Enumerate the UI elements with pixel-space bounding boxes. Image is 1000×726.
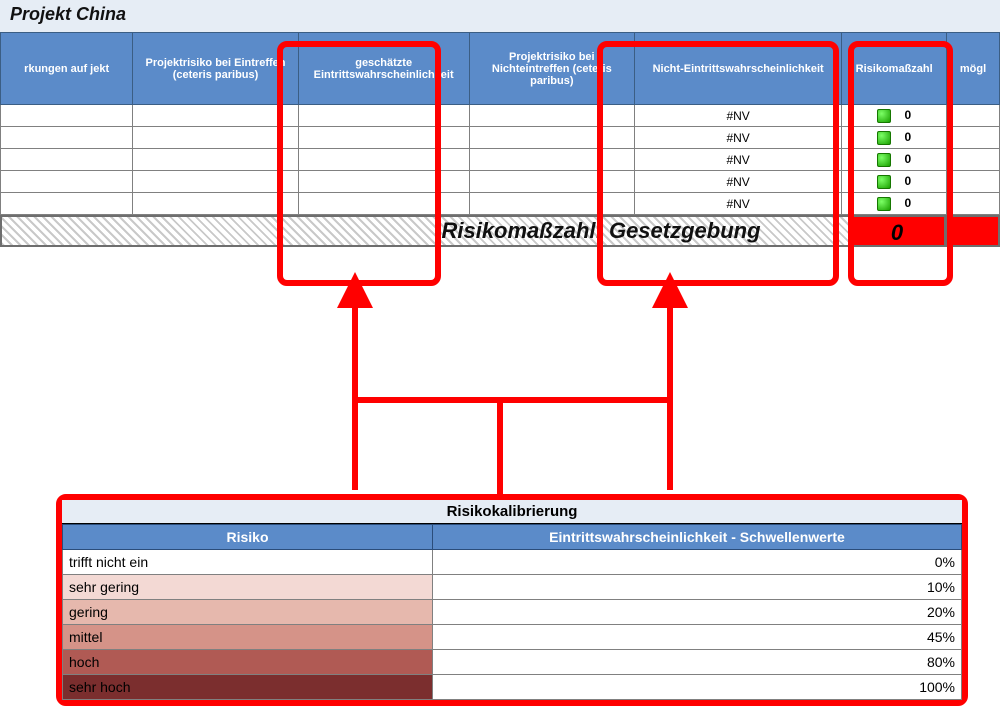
cell[interactable] <box>133 171 298 193</box>
risk-table-body: #NV 0 #NV 0 <box>1 105 1000 215</box>
col-moegl[interactable]: mögl <box>947 33 1000 105</box>
calib-label[interactable]: gering <box>63 600 433 625</box>
calib-label[interactable]: sehr hoch <box>63 675 433 700</box>
cell[interactable] <box>1 127 133 149</box>
status-icon <box>877 175 891 189</box>
calib-label[interactable]: hoch <box>63 650 433 675</box>
cell[interactable] <box>469 149 634 171</box>
calib-label[interactable]: mittel <box>63 625 433 650</box>
table-row[interactable]: #NV 0 <box>1 105 1000 127</box>
risk-value: 0 <box>905 152 912 166</box>
cell[interactable] <box>298 149 469 171</box>
cell-nv[interactable]: #NV <box>635 171 842 193</box>
calibration-title: Risikokalibrierung <box>62 500 962 524</box>
col-auswirkungen[interactable]: rkungen auf jekt <box>1 33 133 105</box>
summary-label: Risikomaßzahl: Gesetzgebung <box>356 215 846 247</box>
cell[interactable] <box>298 105 469 127</box>
col-eintrittswahrsch[interactable]: geschätzte Eintrittswahrscheinlichkeit <box>298 33 469 105</box>
cell[interactable] <box>1 105 133 127</box>
calib-row[interactable]: trifft nicht ein 0% <box>63 550 962 575</box>
cell[interactable] <box>947 127 1000 149</box>
cell-nv[interactable]: #NV <box>635 193 842 215</box>
calibration-table[interactable]: Risiko Eintrittswahrscheinlichkeit - Sch… <box>62 524 962 700</box>
risk-value: 0 <box>905 196 912 210</box>
cell[interactable] <box>133 105 298 127</box>
cell[interactable] <box>133 127 298 149</box>
cell-nv[interactable]: #NV <box>635 149 842 171</box>
cell-risk[interactable]: 0 <box>842 127 947 149</box>
status-icon <box>877 131 891 145</box>
calib-row[interactable]: mittel 45% <box>63 625 962 650</box>
summary-value-cell[interactable]: 0 <box>848 215 946 247</box>
risk-table[interactable]: rkungen auf jekt Projektrisiko bei Eintr… <box>0 32 1000 215</box>
calib-pct[interactable]: 80% <box>433 650 962 675</box>
cell[interactable] <box>947 193 1000 215</box>
calib-pct[interactable]: 0% <box>433 550 962 575</box>
status-icon <box>877 109 891 123</box>
header-row: rkungen auf jekt Projektrisiko bei Eintr… <box>1 33 1000 105</box>
cell[interactable] <box>469 193 634 215</box>
sheet-title-bar: Projekt China <box>0 0 1000 32</box>
cell[interactable] <box>298 127 469 149</box>
calib-label[interactable]: trifft nicht ein <box>63 550 433 575</box>
sheet-title: Projekt China <box>10 4 126 24</box>
risk-value: 0 <box>905 130 912 144</box>
cell[interactable] <box>947 171 1000 193</box>
calib-col-schwellenwerte[interactable]: Eintrittswahrscheinlichkeit - Schwellenw… <box>433 525 962 550</box>
cell-risk[interactable]: 0 <box>842 193 947 215</box>
cell[interactable] <box>1 149 133 171</box>
table-row[interactable]: #NV 0 <box>1 171 1000 193</box>
cell-nv[interactable]: #NV <box>635 127 842 149</box>
cell-risk[interactable]: 0 <box>842 149 947 171</box>
col-risiko-nichteintreffen[interactable]: Projektrisiko bei Nichteintreffen (ceter… <box>469 33 634 105</box>
calib-col-risiko[interactable]: Risiko <box>63 525 433 550</box>
col-risikomasszahl[interactable]: Risikomaßzahl <box>842 33 947 105</box>
cell[interactable] <box>469 105 634 127</box>
calib-label[interactable]: sehr gering <box>63 575 433 600</box>
summary-row: Risikomaßzahl: Gesetzgebung 0 <box>0 215 1000 255</box>
col-nicht-eintrittswahrsch[interactable]: Nicht-Eintrittswahrscheinlichkeit <box>635 33 842 105</box>
status-icon <box>877 197 891 211</box>
calib-pct[interactable]: 45% <box>433 625 962 650</box>
table-row[interactable]: #NV 0 <box>1 193 1000 215</box>
cell[interactable] <box>1 171 133 193</box>
cell-risk[interactable]: 0 <box>842 171 947 193</box>
calib-row[interactable]: gering 20% <box>63 600 962 625</box>
calib-pct[interactable]: 100% <box>433 675 962 700</box>
cell[interactable] <box>1 193 133 215</box>
cell[interactable] <box>469 127 634 149</box>
col-risiko-eintreffen[interactable]: Projektrisiko bei Eintreffen (ceteris pa… <box>133 33 298 105</box>
summary-value-cell-2[interactable] <box>946 215 1000 247</box>
risk-sheet: Projekt China rkungen auf jekt Projektri… <box>0 0 1000 255</box>
risk-value: 0 <box>905 174 912 188</box>
cell-risk[interactable]: 0 <box>842 105 947 127</box>
cell[interactable] <box>133 149 298 171</box>
calib-pct[interactable]: 20% <box>433 600 962 625</box>
cell[interactable] <box>947 105 1000 127</box>
calibration-panel: Risikokalibrierung Risiko Eintrittswahrs… <box>56 494 968 706</box>
cell[interactable] <box>133 193 298 215</box>
cell[interactable] <box>298 171 469 193</box>
cell[interactable] <box>469 171 634 193</box>
table-row[interactable]: #NV 0 <box>1 149 1000 171</box>
calib-row[interactable]: sehr gering 10% <box>63 575 962 600</box>
table-row[interactable]: #NV 0 <box>1 127 1000 149</box>
risk-value: 0 <box>905 108 912 122</box>
cell[interactable] <box>298 193 469 215</box>
cell[interactable] <box>947 149 1000 171</box>
calib-row[interactable]: hoch 80% <box>63 650 962 675</box>
calib-pct[interactable]: 10% <box>433 575 962 600</box>
cell-nv[interactable]: #NV <box>635 105 842 127</box>
calib-row[interactable]: sehr hoch 100% <box>63 675 962 700</box>
status-icon <box>877 153 891 167</box>
